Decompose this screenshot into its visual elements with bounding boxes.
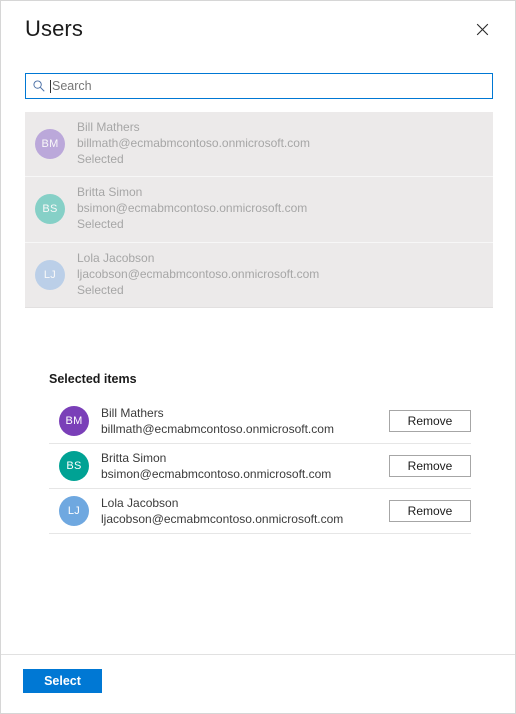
selected-items-section: Selected items BM Bill Mathers billmath@… [25,372,493,534]
users-picker-dialog: Users Search BM Bill Mathers billmath@ec… [0,0,516,714]
avatar: BM [59,406,89,436]
user-name: Lola Jacobson [77,250,155,265]
avatar: LJ [35,259,65,290]
select-button[interactable]: Select [23,669,102,693]
user-email: bsimon@ecmabmcontoso.onmicrosoft.com [77,201,308,216]
close-icon [476,23,488,35]
avatar: BM [35,128,65,159]
search-placeholder: Search [52,78,92,93]
close-button[interactable] [467,14,497,44]
search-input[interactable]: Search [25,73,493,99]
selected-item-row: LJ Lola Jacobson ljacobson@ecmabmcontoso… [49,489,471,534]
selected-item-text: Britta Simon bsimon@ecmabmcontoso.onmicr… [101,450,389,482]
avatar: LJ [59,496,89,526]
selected-item-text: Lola Jacobson ljacobson@ecmabmcontoso.on… [101,495,389,527]
user-name: Britta Simon [101,450,167,465]
dialog-header: Users [1,1,515,57]
remove-button[interactable]: Remove [389,500,471,522]
user-email: ljacobson@ecmabmcontoso.onmicrosoft.com [77,266,320,281]
page-title: Users [25,16,83,41]
user-email: bsimon@ecmabmcontoso.onmicrosoft.com [101,467,332,481]
user-name: Britta Simon [77,185,143,200]
list-item[interactable]: BM Bill Mathers billmath@ecmabmcontoso.o… [25,112,493,178]
user-email: billmath@ecmabmcontoso.onmicrosoft.com [77,135,310,150]
dialog-footer: Select [1,654,515,713]
results-list: BM Bill Mathers billmath@ecmabmcontoso.o… [25,112,493,309]
selected-item-row: BS Britta Simon bsimon@ecmabmcontoso.onm… [49,444,471,489]
status-badge: Selected [77,282,124,297]
user-email: ljacobson@ecmabmcontoso.onmicrosoft.com [101,512,344,526]
selected-item-text: Bill Mathers billmath@ecmabmcontoso.onmi… [101,405,389,437]
user-name: Bill Mathers [77,120,140,134]
selected-items-heading: Selected items [49,372,137,386]
avatar: BS [35,194,65,225]
text-caret [50,79,51,93]
list-item[interactable]: BS Britta Simon bsimon@ecmabmcontoso.onm… [25,177,493,243]
list-item-text: Britta Simon bsimon@ecmabmcontoso.onmicr… [77,185,307,232]
user-email: billmath@ecmabmcontoso.onmicrosoft.com [101,422,334,436]
search-icon [33,80,45,92]
list-item[interactable]: LJ Lola Jacobson ljacobson@ecmabmcontoso… [25,243,493,307]
search-container: Search [25,73,493,99]
status-badge: Selected [77,217,124,232]
user-name: Bill Mathers [101,405,164,420]
avatar: BS [59,451,89,481]
status-badge: Selected [77,151,124,166]
list-item-text: Bill Mathers billmath@ecmabmcontoso.onmi… [77,120,310,167]
remove-button[interactable]: Remove [389,410,471,432]
user-name: Lola Jacobson [101,495,179,510]
selected-item-row: BM Bill Mathers billmath@ecmabmcontoso.o… [49,399,471,444]
list-item-text: Lola Jacobson ljacobson@ecmabmcontoso.on… [77,251,319,298]
remove-button[interactable]: Remove [389,455,471,477]
